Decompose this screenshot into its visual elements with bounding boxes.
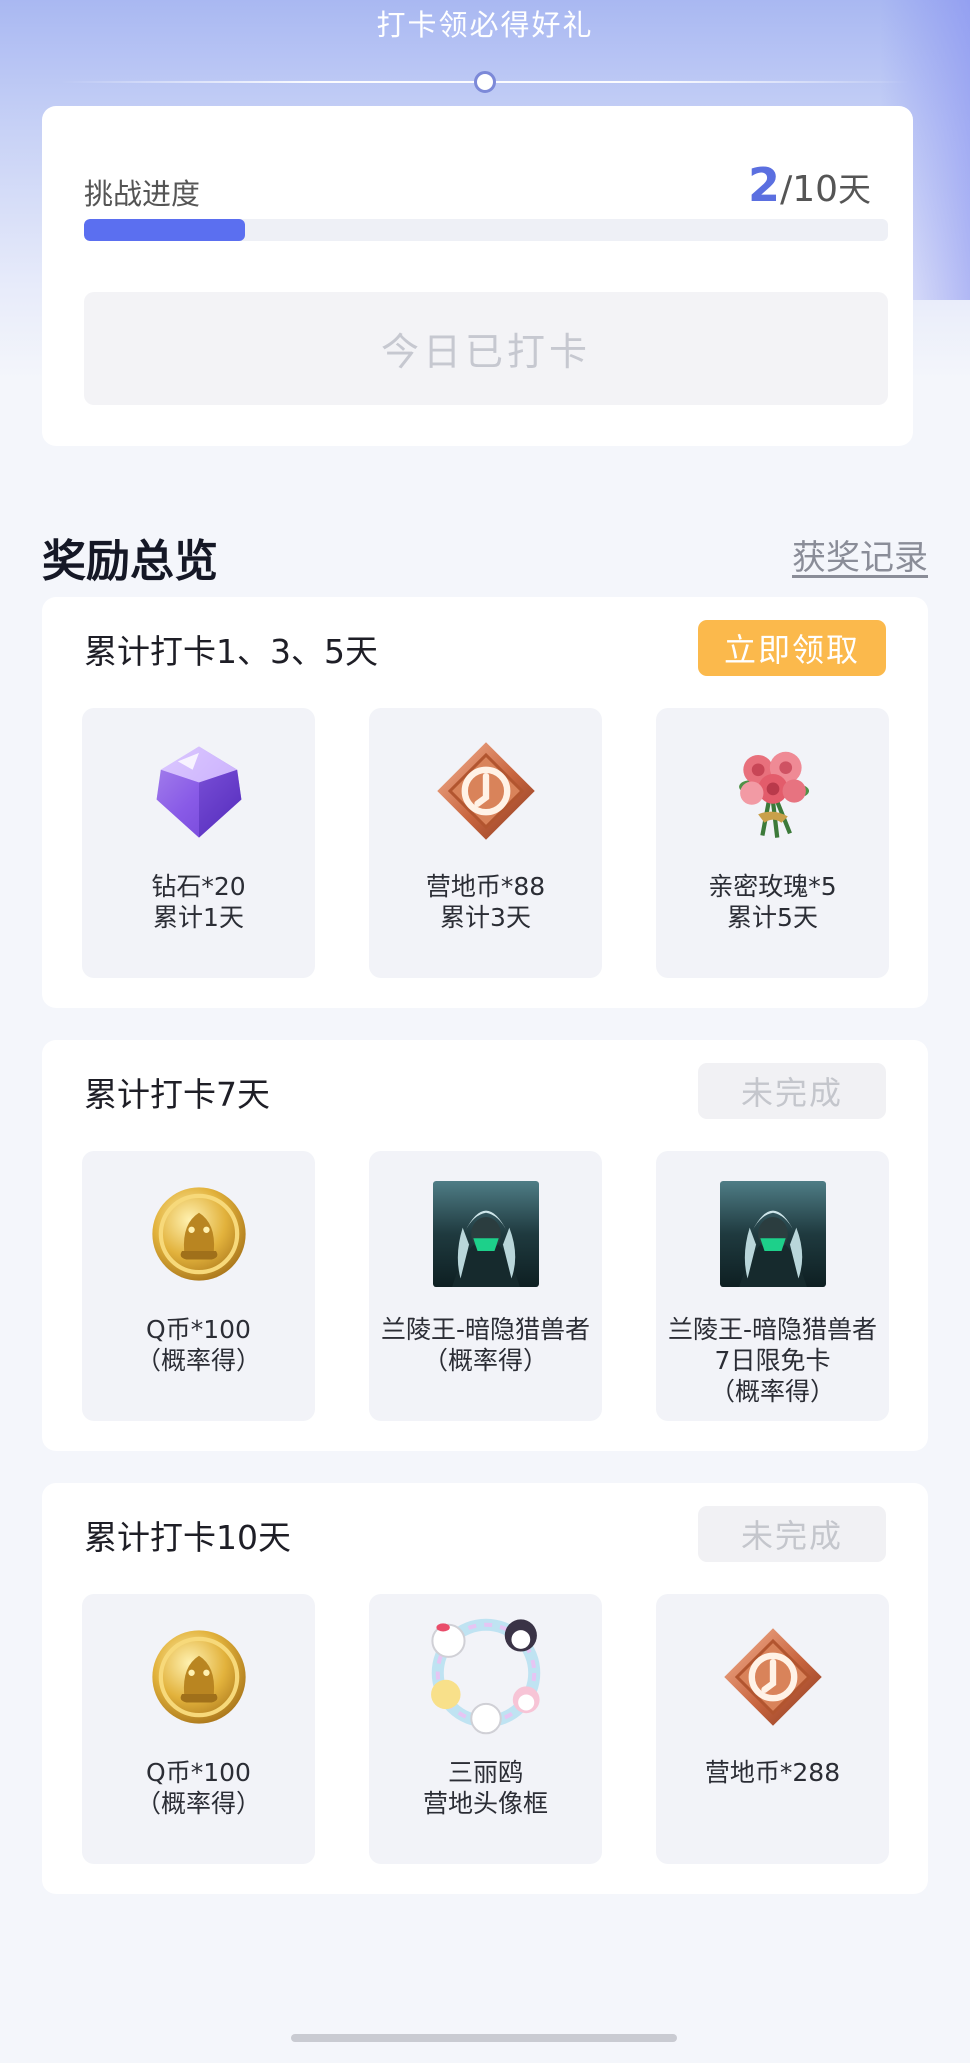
reward-name: 亲密玫瑰*5 xyxy=(708,872,837,901)
reward-detail: （概率得） xyxy=(135,1789,261,1818)
group-title: 累计打卡10天 xyxy=(84,1518,291,1557)
reward-label: Q币*100 （概率得） xyxy=(82,1314,315,1376)
progress-card: 挑战进度 2/10天 今日已打卡 xyxy=(42,106,913,446)
reward-item[interactable]: 钻石*20 累计1天 xyxy=(82,708,315,978)
checkin-button[interactable]: 今日已打卡 xyxy=(84,292,888,405)
section-title: 奖励总览 xyxy=(42,536,218,587)
reward-detail: 营地头像框 xyxy=(422,1789,548,1818)
progress-total: /10 xyxy=(780,169,838,210)
progress-unit: 天 xyxy=(838,170,871,209)
group-title: 累计打卡1、3、5天 xyxy=(84,632,378,671)
reward-name: 钻石*20 xyxy=(151,872,246,901)
reward-name: 兰陵王-暗隐猎兽者 xyxy=(380,1315,591,1344)
reward-item[interactable]: Q币*100 （概率得） xyxy=(82,1151,315,1421)
reward-name: 兰陵王-暗隐猎兽者 xyxy=(667,1315,878,1344)
reward-detail: 累计5天 xyxy=(727,903,818,932)
reward-name: 营地币*288 xyxy=(704,1758,841,1787)
reward-group-3: 累计打卡10天 未完成 Q币*100 （概率得） 三丽鸥 营地头像框 营地币*2… xyxy=(42,1483,928,1894)
hero-skin-icon xyxy=(720,1181,826,1287)
reward-item[interactable]: 营地币*88 累计3天 xyxy=(369,708,602,978)
reward-label: 亲密玫瑰*5 累计5天 xyxy=(656,871,889,933)
reward-name: 三丽鸥 xyxy=(447,1758,523,1787)
avatar-frame-icon xyxy=(431,1618,541,1735)
reward-group-2: 累计打卡7天 未完成 Q币*100 （概率得） 兰陵王-暗隐猎兽者 （概率得） … xyxy=(42,1040,928,1451)
reward-records-link[interactable]: 获奖记录 xyxy=(792,530,928,579)
reward-item[interactable]: Q币*100 （概率得） xyxy=(82,1594,315,1864)
hero-skin-icon xyxy=(433,1181,539,1287)
group-title: 累计打卡7天 xyxy=(84,1075,270,1114)
reward-label: 钻石*20 累计1天 xyxy=(82,871,315,933)
reward-item[interactable]: 营地币*288 xyxy=(656,1594,889,1864)
reward-item[interactable]: 兰陵王-暗隐猎兽者 7日限免卡 （概率得） xyxy=(656,1151,889,1421)
reward-item[interactable]: 兰陵王-暗隐猎兽者 （概率得） xyxy=(369,1151,602,1421)
incomplete-button[interactable]: 未完成 xyxy=(698,1063,886,1119)
progress-label: 挑战进度 xyxy=(84,177,201,211)
reward-label: 三丽鸥 营地头像框 xyxy=(369,1757,602,1819)
reward-detail: （概率得） xyxy=(135,1346,261,1375)
camp-coin-icon xyxy=(437,742,535,840)
incomplete-button[interactable]: 未完成 xyxy=(698,1506,886,1562)
page-title: 打卡领必得好礼 xyxy=(376,8,594,42)
progress-bar xyxy=(84,219,888,241)
reward-label: 营地币*288 xyxy=(656,1757,889,1788)
reward-detail: 7日限免卡 xyxy=(714,1346,831,1375)
progress-count: 2/10天 xyxy=(748,158,871,212)
home-indicator[interactable] xyxy=(291,2034,677,2042)
q-coin-icon xyxy=(152,1630,246,1724)
reward-detail: （概率得） xyxy=(422,1346,548,1375)
reward-note: （概率得） xyxy=(709,1377,835,1406)
reward-name: Q币*100 xyxy=(146,1758,251,1787)
reward-label: Q币*100 （概率得） xyxy=(82,1757,315,1819)
reward-label: 营地币*88 累计3天 xyxy=(369,871,602,933)
camp-coin-icon xyxy=(724,1628,822,1726)
rose-icon xyxy=(739,751,810,838)
reward-name: Q币*100 xyxy=(146,1315,251,1344)
reward-item[interactable]: 三丽鸥 营地头像框 xyxy=(369,1594,602,1864)
reward-name: 营地币*88 xyxy=(425,872,546,901)
reward-label: 兰陵王-暗隐猎兽者 （概率得） xyxy=(369,1314,602,1376)
claim-now-button[interactable]: 立即领取 xyxy=(698,620,886,676)
progress-current: 2 xyxy=(748,158,781,212)
reward-detail: 累计1天 xyxy=(153,903,244,932)
divider-dot xyxy=(474,71,496,93)
reward-item[interactable]: 亲密玫瑰*5 累计5天 xyxy=(656,708,889,978)
progress-fill xyxy=(84,219,245,241)
reward-label: 兰陵王-暗隐猎兽者 7日限免卡 （概率得） xyxy=(656,1314,889,1407)
diamond-icon xyxy=(156,746,242,838)
q-coin-icon xyxy=(152,1187,246,1281)
reward-detail: 累计3天 xyxy=(440,903,531,932)
reward-group-1: 累计打卡1、3、5天 立即领取 钻石*20 累计1天 营地币*88 累计3天 亲… xyxy=(42,597,928,1008)
